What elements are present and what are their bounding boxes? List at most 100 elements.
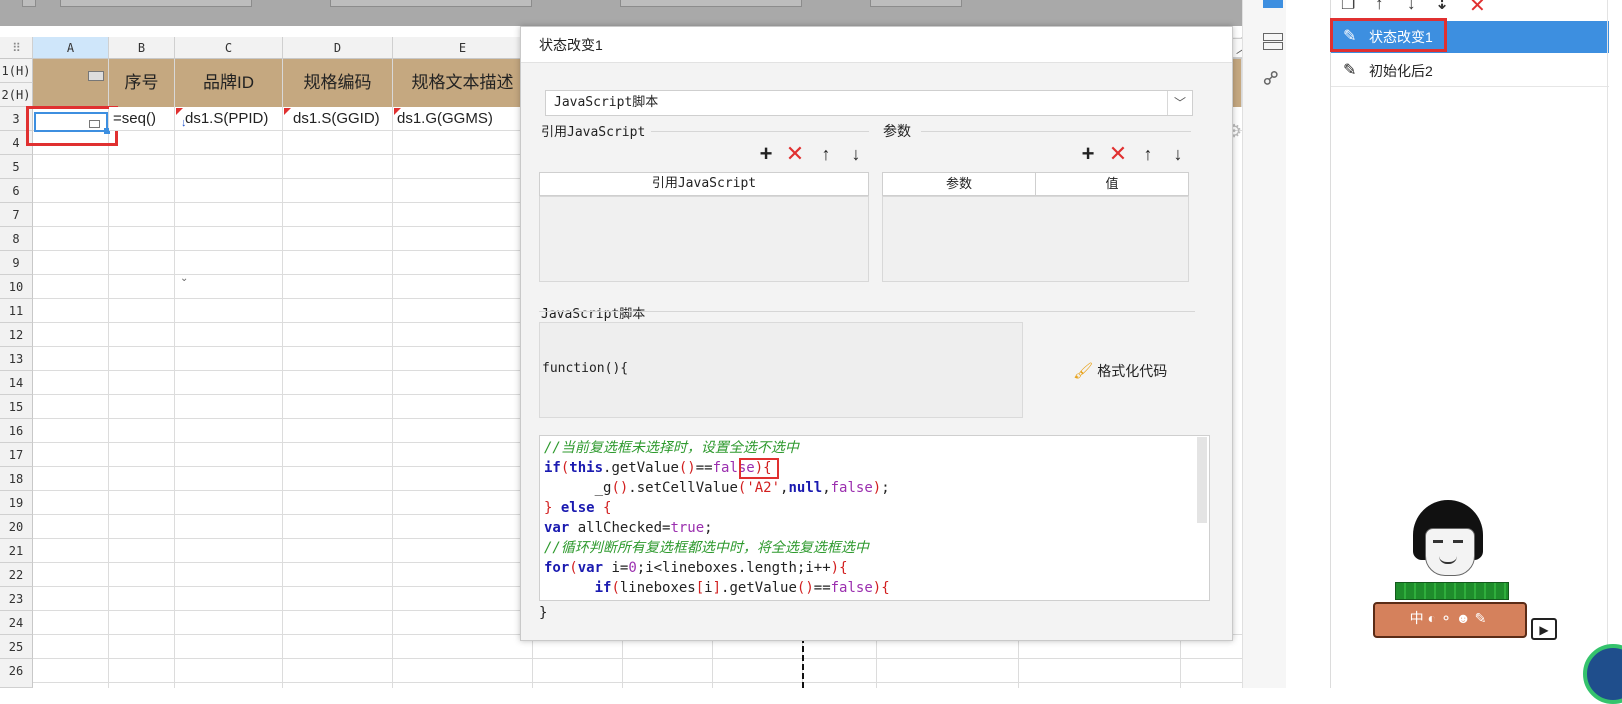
code-line[interactable]: //循环判断所有复选框都选中时，将全选复选框选中 [544,538,1205,558]
row-header[interactable]: 5 [0,155,33,179]
row-header[interactable]: 2(H) [0,83,33,107]
code-token: .getValue [603,460,679,476]
move-up-icon[interactable]: ↑ [1375,0,1384,14]
remove-param-button[interactable]: ✕ [1107,143,1129,165]
row-header[interactable]: 18 [0,467,33,491]
header-cell-brand-id[interactable]: 品牌ID [175,59,283,107]
marker-icon: ⌄ [180,273,189,284]
row-header[interactable]: 15 [0,395,33,419]
move-bottom-icon[interactable]: ⇣ [1435,0,1449,14]
row-header[interactable]: 12 [0,323,33,347]
code-line[interactable]: for(var i=0;i<lineboxes.length;i++){ [544,558,1205,578]
code-token: ; [780,600,788,601]
expand-down-icon: ↓ [181,117,187,129]
row-header[interactable]: 25 [0,635,33,659]
move-down-param-button[interactable]: ↓ [1167,143,1189,165]
ref-js-table-body[interactable] [539,196,869,282]
code-editor[interactable]: //当前复选框未选择时，设置全选不选中 if(this.getValue()==f… [539,435,1210,601]
header-band-a[interactable] [33,59,109,107]
grid-line [712,637,713,688]
side-icon-strip: ⚯ [1242,0,1286,688]
delete-icon[interactable]: ✕ [1469,0,1486,18]
grid-line [174,107,175,688]
code-scrollbar-thumb[interactable] [1197,437,1207,523]
row-header[interactable]: 10 [0,275,33,299]
script-type-select[interactable]: JavaScript脚本 ﹀ [545,90,1193,116]
row-header[interactable]: 11 [0,299,33,323]
grid-line [33,322,520,323]
column-header-b[interactable]: B [109,37,175,59]
code-token: ){ [830,560,848,576]
grid-line [33,178,520,179]
row-header[interactable]: 1(H) [0,59,33,83]
row-header[interactable]: 19 [0,491,33,515]
code-token: i [704,580,713,596]
row-header[interactable]: 26 [0,659,33,688]
move-up-reference-button[interactable]: ↑ [815,143,837,165]
row-header[interactable]: 24 [0,611,33,635]
toolbar-field[interactable] [620,0,802,7]
row-header[interactable]: 8 [0,227,33,251]
column-header-c[interactable]: C [175,37,283,59]
row-header[interactable]: 22 [0,563,33,587]
select-all-corner[interactable]: ⠿ [0,37,33,59]
cell-d3[interactable]: ds1.S(GGID) [283,107,393,131]
header-cell-spec-code[interactable]: 规格编码 [283,59,393,107]
column-header-d[interactable]: D [283,37,393,59]
code-line[interactable]: var allChecked=true; [544,518,1205,538]
link-icon[interactable]: ⚯ [1257,64,1287,94]
row-header[interactable]: 9 [0,251,33,275]
toolbar-field[interactable] [22,0,36,7]
move-down-reference-button[interactable]: ↓ [845,143,867,165]
param-column-header[interactable]: 参数 [882,172,1036,196]
code-line[interactable]: //当前复选框未选择时，设置全选不选中 [544,438,1205,458]
code-token: () [678,460,696,476]
cell-b3[interactable]: =seq() [109,107,175,131]
row-header[interactable]: 14 [0,371,33,395]
grid-line [1180,637,1181,688]
widget-settings-icon[interactable] [1261,30,1285,50]
row-header[interactable]: 23 [0,587,33,611]
code-line[interactable]: allChecked=false; [544,598,1205,601]
value-column-header[interactable]: 值 [1035,172,1189,196]
event-item-after-init[interactable]: ✎ 初始化后2 [1331,55,1609,87]
row-header[interactable]: 21 [0,539,33,563]
remove-reference-button[interactable]: ✕ [784,143,806,165]
copy-icon[interactable]: ❐ [1341,0,1355,14]
row-header[interactable]: 20 [0,515,33,539]
grid-line [33,610,520,611]
code-token: for [544,560,570,576]
row-header[interactable]: 6 [0,179,33,203]
format-code-button[interactable]: 🖌 格式化代码 [1073,361,1167,381]
cell-c3[interactable]: ds1.S(PPID) [175,107,283,131]
toolbar-field[interactable] [60,0,252,7]
code-token: //循环判断所有复选框都选中时，将全选复选框选中 [544,540,869,556]
toolbar-field[interactable] [330,0,532,7]
row-header[interactable]: 7 [0,203,33,227]
play-icon[interactable]: ▶ [1531,618,1557,640]
column-header-e[interactable]: E [393,37,533,59]
header-cell-spec-desc[interactable]: 规格文本描述 [393,59,533,107]
cell-e3[interactable]: ds1.G(GGMS) [393,107,533,131]
header-cell-seq[interactable]: 序号 [109,59,175,107]
grid-line [622,637,623,688]
move-up-param-button[interactable]: ↑ [1137,143,1159,165]
move-down-icon[interactable]: ↓ [1407,0,1416,14]
code-line[interactable]: if(lineboxes[i].getValue()==false){ [544,578,1205,598]
row-header[interactable]: 13 [0,347,33,371]
chevron-down-icon[interactable]: ﹀ [1167,91,1192,115]
toolbar-field[interactable] [870,0,962,7]
add-reference-button[interactable]: + [755,143,777,165]
code-token: ; [704,520,713,536]
add-param-button[interactable]: + [1077,143,1099,165]
row-header[interactable]: 17 [0,443,33,467]
code-line[interactable]: _g().setCellValue('A2',null,false); [544,478,1205,498]
grid-line [33,298,520,299]
params-table-body[interactable] [882,196,1189,282]
code-line[interactable]: } else { [544,498,1205,518]
active-panel-indicator[interactable] [1263,0,1283,8]
column-header-a[interactable]: A [33,37,109,59]
ref-js-column-header[interactable]: 引用JavaScript [539,172,869,196]
code-line[interactable]: if(this.getValue()==false){ [544,458,1205,478]
row-header[interactable]: 16 [0,419,33,443]
